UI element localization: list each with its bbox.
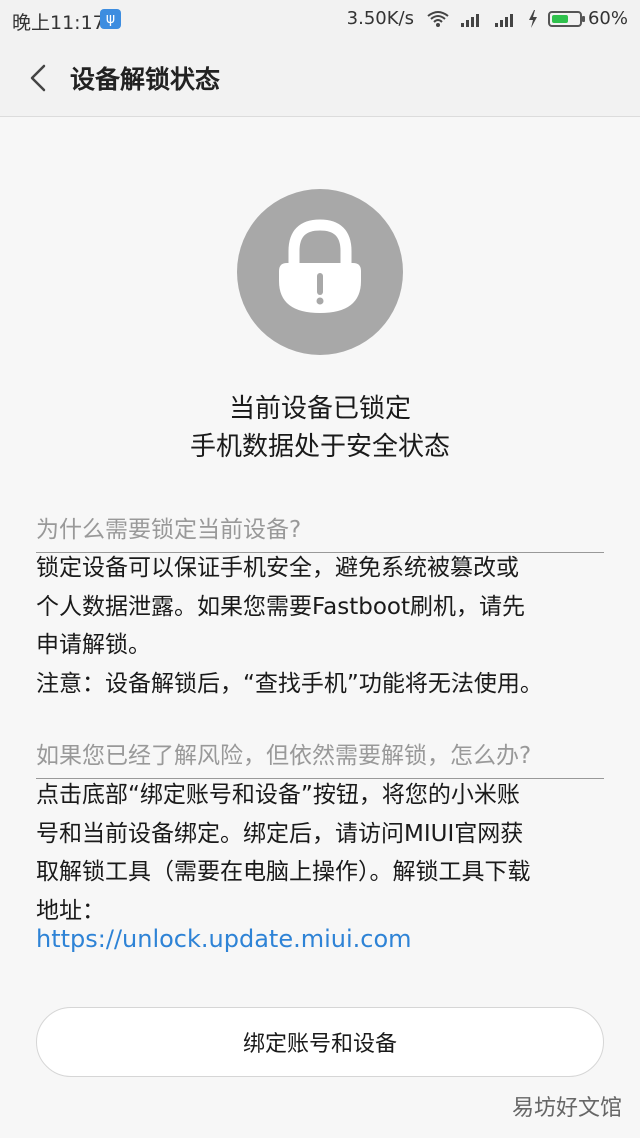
lock-status-circle [237,189,403,355]
status-indicators: 3.50K/s 60% [347,8,628,29]
status-bar: 晚上11:17 ψ 3.50K/s 60% [0,0,640,38]
wifi-icon [426,10,450,28]
charging-icon [528,9,538,28]
watermark: 易坊好文馆 [511,1096,622,1121]
battery-icon [547,10,585,27]
battery-percent: 60% [587,8,628,29]
status-time: 晚上11:17 [12,12,105,34]
lock-icon [279,219,361,313]
unlock-url-link[interactable]: https://unlock.update.miui.com [36,925,412,953]
battery-fill [551,14,568,23]
bind-account-device-button[interactable]: 绑定账号和设备 [36,1007,604,1077]
section-body-how-unlock: 点击底部“绑定账号和设备”按钮，将您的小米账 号和当前设备绑定。绑定后，请访问M… [36,782,531,924]
section-question-how-unlock: 如果您已经了解风险，但依然需要解锁，怎么办? [36,736,604,779]
network-speed: 3.50K/s [346,8,414,29]
nav-bar: 设备解锁状态 [0,38,640,117]
status-line-1: 当前设备已锁定 [228,394,411,424]
back-button[interactable] [20,58,60,98]
signal-icon [460,11,484,27]
signal-icon-2 [494,11,518,27]
section-question-why-lock: 为什么需要锁定当前设备? [36,510,604,553]
status-line-2: 手机数据处于安全状态 [189,432,450,462]
usb-icon: ψ [100,9,121,29]
page-title: 设备解锁状态 [70,65,221,94]
chevron-left-icon [30,64,46,92]
section-body-why-lock: 锁定设备可以保证手机安全，避免系统被篡改或 个人数据泄露。如果您需要Fastbo… [36,555,543,697]
